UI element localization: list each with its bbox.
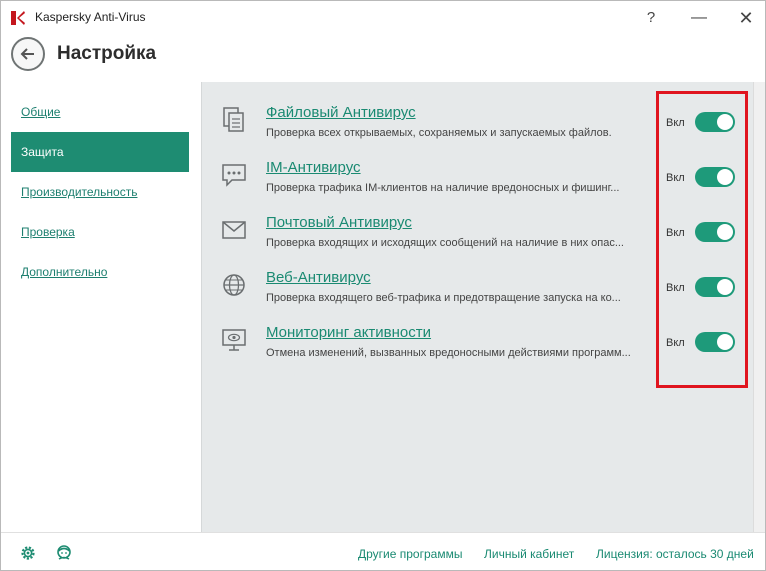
component-name-link[interactable]: Мониторинг активности <box>266 324 431 341</box>
component-state-label: Вкл <box>666 117 685 129</box>
component-description: Проверка всех открываемых, сохраняемых и… <box>266 127 612 139</box>
component-state-label: Вкл <box>666 227 685 239</box>
component-description: Проверка трафика IM-клиентов на наличие … <box>266 182 620 194</box>
toggle-knob <box>717 279 733 295</box>
protection-components-panel: Файловый Антивирус Проверка всех открыва… <box>201 82 753 532</box>
component-description: Проверка входящих и исходящих сообщений … <box>266 237 624 249</box>
sidebar-item-protection[interactable]: Защита <box>11 132 189 172</box>
gear-icon[interactable] <box>19 544 37 562</box>
component-state-label: Вкл <box>666 337 685 349</box>
activity-monitor-toggle[interactable] <box>695 332 735 352</box>
footer-bar: Другие программы Личный кабинет Лицензия… <box>1 532 765 570</box>
chat-icon <box>222 164 246 187</box>
toggle-knob <box>717 114 733 130</box>
sidebar-item-performance[interactable]: Производительность <box>11 172 189 212</box>
back-button[interactable] <box>11 37 45 71</box>
component-name-link[interactable]: Почтовый Антивирус <box>266 214 412 231</box>
my-account-link[interactable]: Личный кабинет <box>484 547 574 561</box>
kaspersky-logo-icon <box>11 11 25 25</box>
component-row: IM-Антивирус Проверка трафика IM-клиенто… <box>202 159 754 214</box>
component-description: Отмена изменений, вызванных вредоносными… <box>266 347 631 359</box>
globe-icon <box>223 274 245 296</box>
component-row: Мониторинг активности Отмена изменений, … <box>202 324 754 379</box>
title-bar: Kaspersky Anti-Virus ? — ✕ <box>1 1 765 35</box>
sidebar-item-general[interactable]: Общие <box>11 92 189 132</box>
mail-antivirus-toggle[interactable] <box>695 222 735 242</box>
mail-icon <box>222 221 246 239</box>
component-state-label: Вкл <box>666 172 685 184</box>
minimize-button[interactable]: — <box>687 7 711 29</box>
app-window: Kaspersky Anti-Virus ? — ✕ Настройка Общ… <box>0 0 766 571</box>
license-link[interactable]: Лицензия: осталось 30 дней <box>596 547 754 561</box>
window-title: Kaspersky Anti-Virus <box>35 10 146 24</box>
close-button[interactable]: ✕ <box>734 7 758 29</box>
sidebar-item-additional[interactable]: Дополнительно <box>11 252 189 292</box>
component-row: Веб-Антивирус Проверка входящего веб-тра… <box>202 269 754 324</box>
toggle-knob <box>717 169 733 185</box>
component-name-link[interactable]: Файловый Антивирус <box>266 104 416 121</box>
file-antivirus-toggle[interactable] <box>695 112 735 132</box>
component-row: Файловый Антивирус Проверка всех открыва… <box>202 104 754 159</box>
back-arrow-icon <box>20 48 34 60</box>
web-antivirus-toggle[interactable] <box>695 277 735 297</box>
support-agent-icon[interactable] <box>55 544 73 562</box>
vertical-scrollbar[interactable] <box>753 82 765 532</box>
settings-sidebar: Общие Защита Производительность Проверка… <box>1 82 201 532</box>
toggle-knob <box>717 334 733 350</box>
other-programs-link[interactable]: Другие программы <box>358 547 462 561</box>
im-antivirus-toggle[interactable] <box>695 167 735 187</box>
file-icon <box>223 107 244 132</box>
component-name-link[interactable]: IM-Антивирус <box>266 159 361 176</box>
component-row: Почтовый Антивирус Проверка входящих и и… <box>202 214 754 269</box>
monitor-eye-icon <box>222 329 246 351</box>
help-button[interactable]: ? <box>639 7 663 29</box>
component-name-link[interactable]: Веб-Антивирус <box>266 269 371 286</box>
sidebar-item-scan[interactable]: Проверка <box>11 212 189 252</box>
page-title: Настройка <box>57 43 157 64</box>
component-description: Проверка входящего веб-трафика и предотв… <box>266 292 621 304</box>
component-state-label: Вкл <box>666 282 685 294</box>
toggle-knob <box>717 224 733 240</box>
